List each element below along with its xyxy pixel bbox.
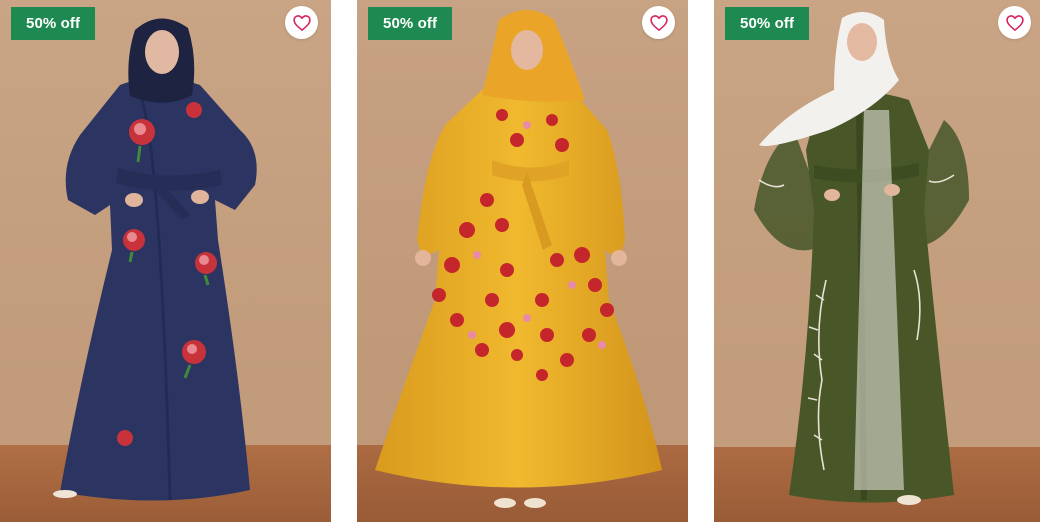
mustard-floral-abaya-photo xyxy=(357,0,688,522)
wishlist-button[interactable] xyxy=(642,6,675,39)
discount-badge: 50% off xyxy=(368,7,453,40)
product-image[interactable] xyxy=(0,0,331,522)
product-card[interactable]: 50% off xyxy=(714,0,1040,522)
heart-outline-icon xyxy=(292,14,311,31)
discount-badge: 50% off xyxy=(725,7,810,40)
navy-floral-abaya-photo xyxy=(0,0,331,522)
product-card[interactable]: 50% off xyxy=(0,0,331,522)
olive-sheer-abaya-photo xyxy=(714,0,1040,522)
heart-outline-icon xyxy=(1005,14,1024,31)
product-grid: 50% off 50% off 50% off xyxy=(0,0,1040,522)
heart-outline-icon xyxy=(649,14,668,31)
discount-badge: 50% off xyxy=(11,7,96,40)
product-card[interactable]: 50% off xyxy=(357,0,688,522)
product-image[interactable] xyxy=(357,0,688,522)
product-image[interactable] xyxy=(714,0,1040,522)
wishlist-button[interactable] xyxy=(285,6,318,39)
wishlist-button[interactable] xyxy=(998,6,1031,39)
